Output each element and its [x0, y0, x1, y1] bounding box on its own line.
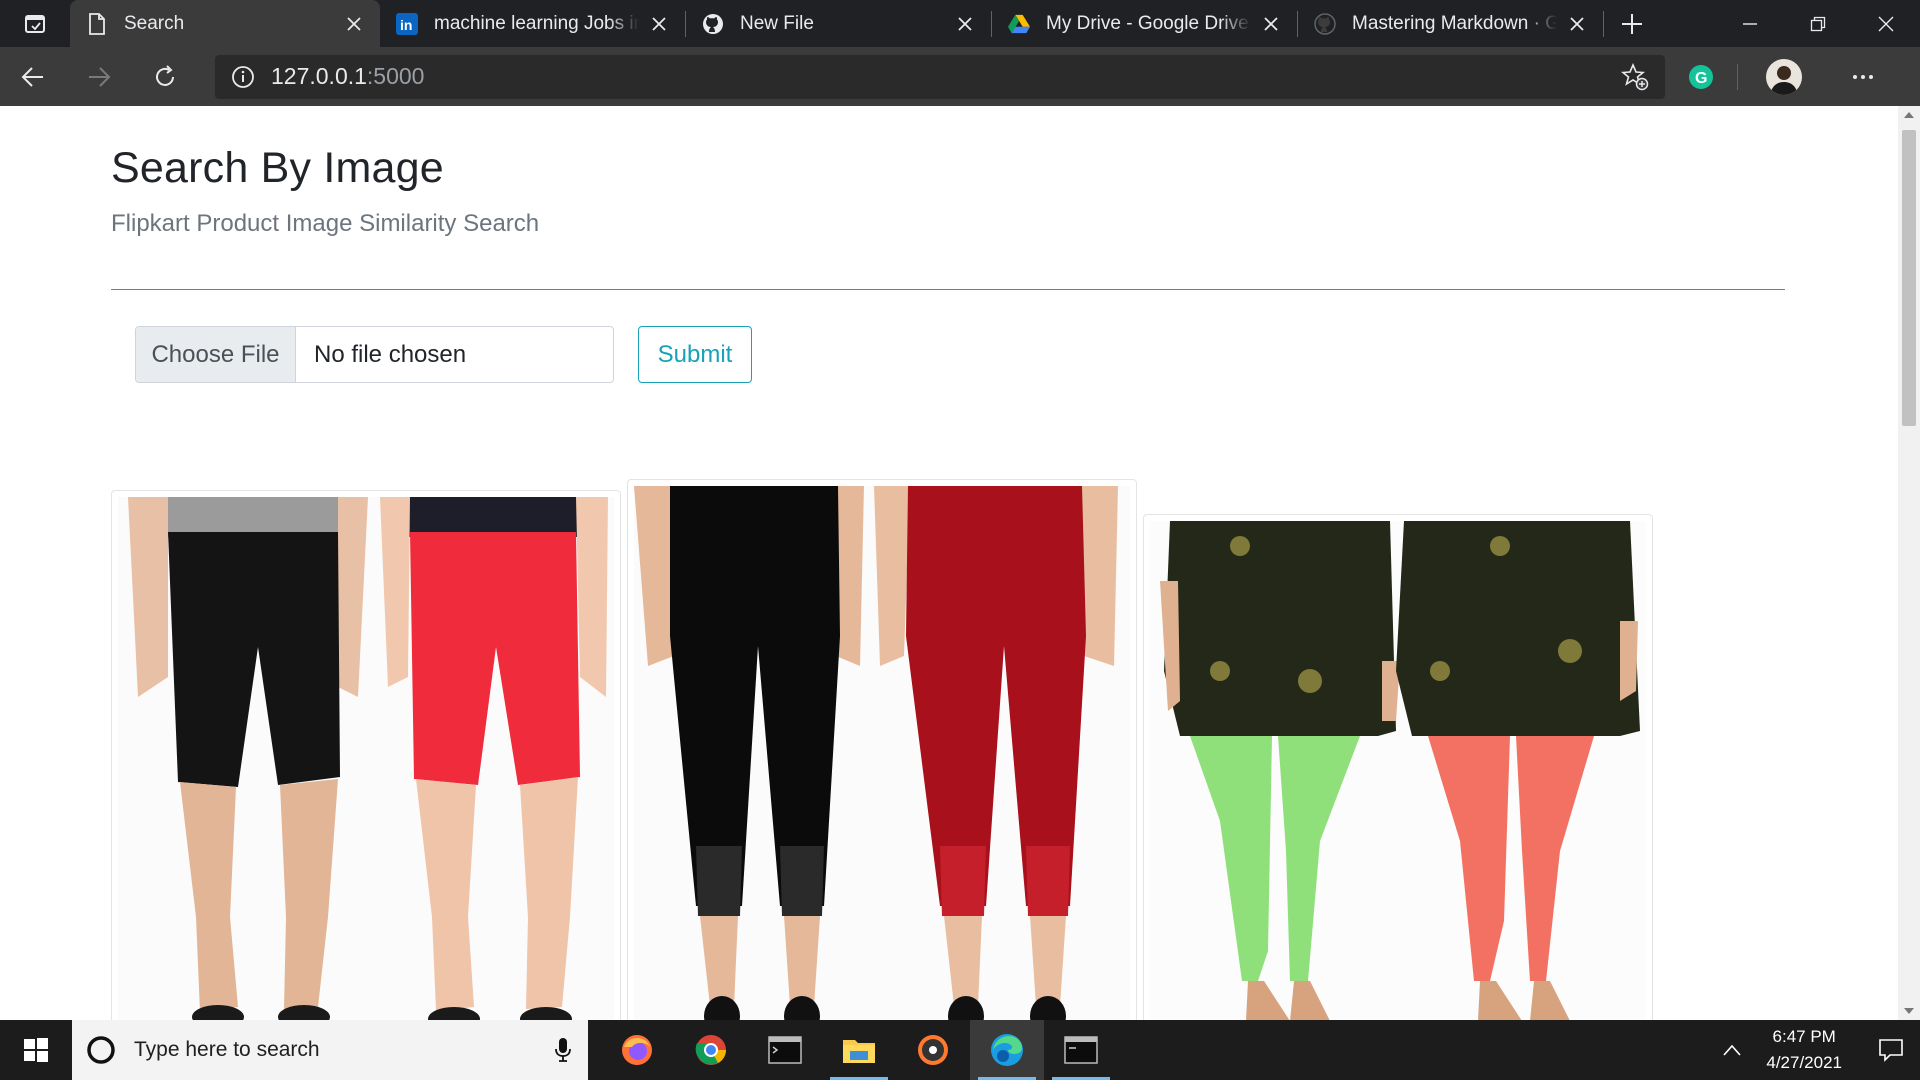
new-tab-button[interactable]: [1604, 0, 1660, 47]
windows-logo-icon: [24, 1038, 48, 1062]
back-arrow-icon: [21, 66, 43, 87]
info-icon[interactable]: [231, 65, 255, 89]
url-port: :5000: [366, 63, 425, 89]
star-add-icon: [1621, 62, 1649, 90]
refresh-icon: [156, 64, 174, 86]
svg-text:in: in: [400, 17, 412, 33]
tab-new-file[interactable]: New File: [686, 0, 991, 47]
more-horizontal-icon: [1853, 74, 1873, 79]
result-card[interactable]: [1143, 514, 1653, 1020]
google-drive-icon: [1008, 13, 1030, 35]
add-favorite-button[interactable]: [1621, 62, 1649, 91]
command-prompt-taskbar-button[interactable]: [1044, 1020, 1118, 1080]
close-icon: [1878, 16, 1894, 31]
github-icon: [702, 13, 724, 35]
close-window-button[interactable]: [1852, 0, 1920, 47]
music-player-taskbar-button[interactable]: [896, 1020, 970, 1080]
product-image: [118, 497, 614, 1020]
page-icon: [86, 12, 108, 35]
edge-icon: [991, 1034, 1023, 1066]
terminal-taskbar-button[interactable]: [748, 1020, 822, 1080]
close-tab-icon[interactable]: [953, 12, 977, 36]
grammarly-icon: G: [1689, 64, 1713, 89]
microphone-icon[interactable]: [554, 1037, 572, 1063]
choose-file-button[interactable]: Choose File: [136, 327, 296, 382]
close-tab-icon[interactable]: [1259, 12, 1283, 36]
restore-button[interactable]: [1784, 0, 1852, 47]
firefox-icon: [622, 1035, 652, 1065]
plus-icon: [1622, 13, 1642, 34]
browser-toolbar: 127.0.0.1:5000 G: [0, 47, 1920, 106]
action-center-button[interactable]: [1862, 1038, 1920, 1062]
result-card[interactable]: [111, 490, 621, 1020]
music-player-icon: [918, 1035, 948, 1065]
grammarly-extension-button[interactable]: G: [1665, 64, 1737, 90]
forward-button[interactable]: [66, 47, 132, 106]
file-input[interactable]: Choose File No file chosen: [135, 326, 614, 383]
system-tray: 6:47 PM 4/27/2021: [1722, 1020, 1920, 1080]
back-button[interactable]: [0, 47, 66, 106]
notification-icon: [1879, 1039, 1903, 1062]
address-bar[interactable]: 127.0.0.1:5000: [215, 54, 1665, 99]
start-button[interactable]: [0, 1020, 72, 1080]
svg-text:G: G: [1695, 70, 1707, 87]
tab-label: New File: [740, 12, 814, 34]
close-tab-icon[interactable]: [647, 12, 671, 36]
tab-google-drive[interactable]: My Drive - Google Drive: [992, 0, 1297, 47]
clock-date: 4/27/2021: [1766, 1053, 1842, 1072]
toolbar-separator: [1737, 63, 1738, 90]
command-prompt-icon: [1064, 1036, 1098, 1064]
clock-time: 6:47 PM: [1772, 1027, 1836, 1046]
firefox-taskbar-button[interactable]: [600, 1020, 674, 1080]
chevron-up-icon[interactable]: [1722, 1043, 1742, 1057]
linkedin-icon: in: [396, 12, 418, 35]
taskbar-search-placeholder: Type here to search: [134, 1038, 320, 1061]
close-tab-icon[interactable]: [342, 12, 366, 36]
header-divider: [111, 289, 1785, 290]
page-viewport: Search By Image Flipkart Product Image S…: [0, 106, 1898, 1020]
tab-label: My Drive - Google Drive: [1046, 12, 1249, 34]
product-image: [634, 486, 1130, 1020]
close-tab-icon[interactable]: [1565, 12, 1589, 36]
chrome-taskbar-button[interactable]: [674, 1020, 748, 1080]
cortana-icon: [87, 1036, 115, 1064]
browser-tab-strip: Search in machine learning Jobs in I New…: [0, 0, 1920, 47]
tab-label: Search: [124, 12, 185, 34]
file-explorer-taskbar-button[interactable]: [822, 1020, 896, 1080]
tab-actions-button[interactable]: [0, 0, 70, 47]
page-subtitle: Flipkart Product Image Similarity Search: [111, 210, 540, 237]
tab-label: Mastering Markdown · Git: [1352, 12, 1557, 34]
terminal-icon: [768, 1036, 802, 1064]
windows-taskbar: Type here to search 6:47 PM 4/27/2021: [0, 1020, 1920, 1080]
forward-arrow-icon: [89, 66, 111, 87]
page-title: Search By Image: [111, 144, 444, 192]
settings-more-button[interactable]: [1830, 65, 1896, 89]
minimize-button[interactable]: [1716, 0, 1784, 47]
result-card[interactable]: [627, 479, 1137, 1020]
scroll-down-arrow-icon[interactable]: [1904, 1008, 1914, 1014]
tab-label: machine learning Jobs in I: [434, 12, 639, 34]
minimize-icon: [1743, 22, 1757, 25]
tab-actions-icon: [25, 14, 45, 33]
github-icon: [1314, 12, 1336, 35]
scrollbar-thumb[interactable]: [1902, 130, 1916, 426]
tab-mastering-markdown[interactable]: Mastering Markdown · Git: [1298, 0, 1603, 47]
page-scrollbar[interactable]: [1898, 106, 1920, 1020]
profile-avatar[interactable]: [1766, 58, 1802, 95]
tab-linkedin-jobs[interactable]: in machine learning Jobs in I: [380, 0, 685, 47]
product-image: [1150, 521, 1646, 1020]
tab-search[interactable]: Search: [70, 0, 380, 47]
file-explorer-icon: [843, 1040, 875, 1063]
file-status-text: No file chosen: [314, 340, 467, 368]
refresh-button[interactable]: [132, 47, 198, 106]
url-host: 127.0.0.1: [271, 63, 367, 89]
scroll-up-arrow-icon[interactable]: [1904, 112, 1914, 118]
submit-button[interactable]: Submit: [638, 326, 752, 383]
restore-icon: [1810, 16, 1826, 31]
edge-taskbar-button[interactable]: [970, 1020, 1044, 1080]
chrome-icon: [695, 1035, 726, 1065]
taskbar-search-box[interactable]: Type here to search: [72, 1020, 588, 1080]
window-controls: [1716, 0, 1920, 47]
taskbar-clock[interactable]: 6:47 PM 4/27/2021: [1766, 1024, 1842, 1076]
